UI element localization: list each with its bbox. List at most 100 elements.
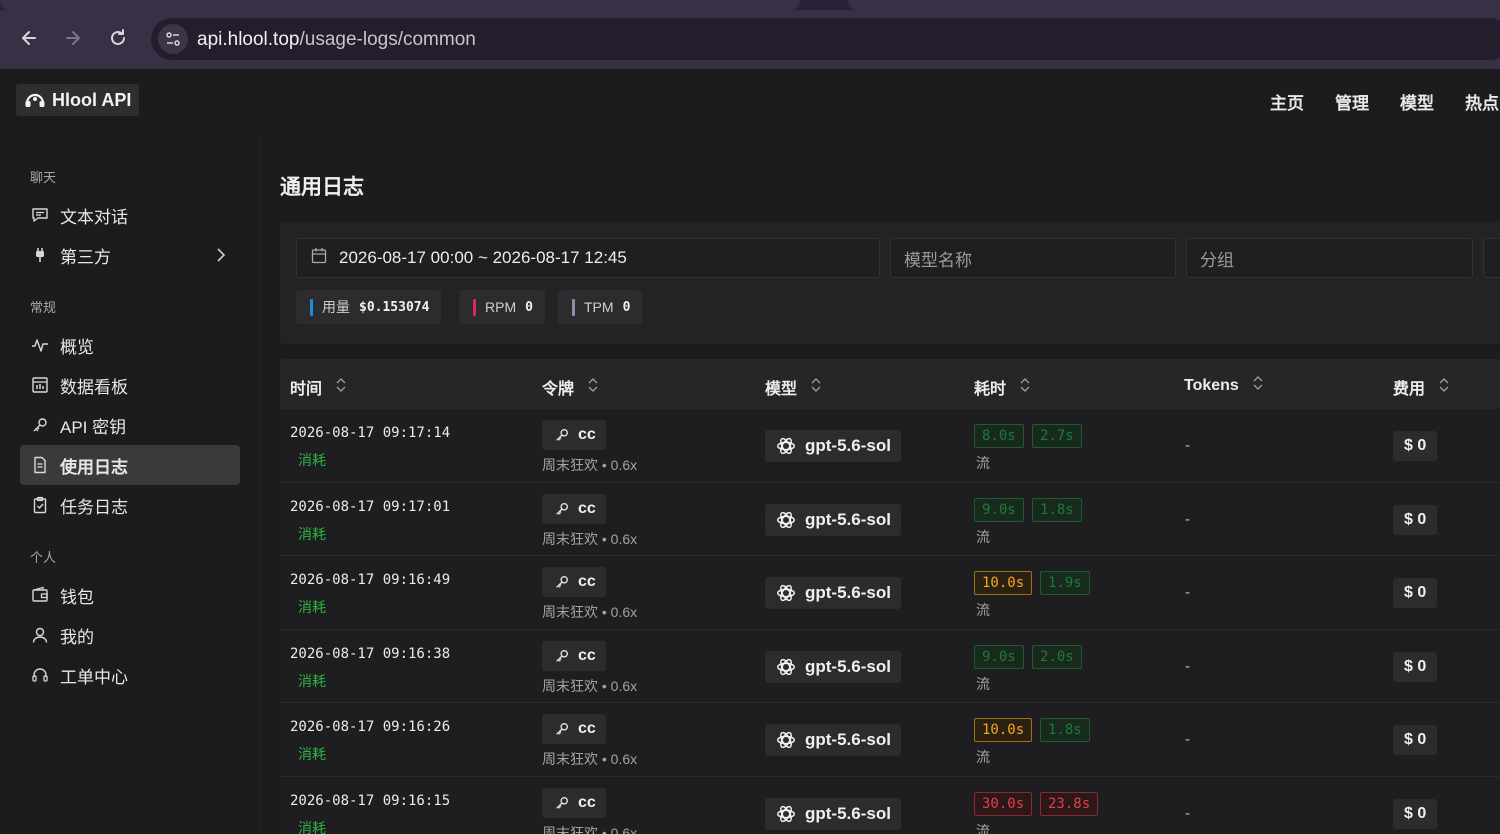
top-nav-admin[interactable]: 管理: [1335, 89, 1369, 114]
token-name: cc: [578, 426, 596, 443]
top-nav-hot[interactable]: 热点: [1465, 89, 1499, 114]
sidebar-item-text-chat[interactable]: 文本对话: [20, 195, 240, 235]
user-icon: [30, 625, 50, 645]
first-token-badge: 1.8s: [1040, 718, 1090, 742]
arrow-left-icon: [22, 31, 36, 45]
model-chip[interactable]: gpt-5.6-sol: [765, 430, 901, 462]
stat-label: RPM: [485, 299, 517, 315]
top-nav: 主页 管理 模型 热点: [1270, 89, 1499, 114]
model-chip[interactable]: gpt-5.6-sol: [765, 577, 901, 609]
token-chip[interactable]: cc: [542, 420, 606, 450]
sidebar-item-label: 文本对话: [60, 207, 128, 227]
page-title: 通用日志: [280, 176, 364, 199]
site-settings-icon[interactable]: [158, 24, 188, 54]
address-bar[interactable]: api.hlool.top/usage-logs/common: [151, 18, 1500, 60]
row-type: 消耗: [298, 819, 326, 834]
forward-button[interactable]: [59, 24, 87, 52]
table-row[interactable]: 2026-08-17 09:16:15 消耗 cc 周末狂欢 • 0.6x gp…: [280, 776, 1500, 834]
sidebar-item-dashboard[interactable]: 数据看板: [20, 365, 240, 405]
wallet-icon: [30, 585, 50, 605]
row-time: 2026-08-17 09:17:14: [290, 425, 451, 441]
sidebar-item-profile[interactable]: 我的: [20, 615, 240, 655]
sidebar-item-overview[interactable]: 概览: [20, 325, 240, 365]
sidebar-item-label: 我的: [60, 627, 94, 647]
stat-color-bar: [473, 298, 476, 316]
model-chip[interactable]: gpt-5.6-sol: [765, 724, 901, 756]
reload-icon: [111, 29, 125, 45]
sidebar-item-usage-logs[interactable]: 使用日志: [20, 445, 240, 485]
column-header-tokens[interactable]: Tokens: [1184, 375, 1263, 396]
openai-icon: [777, 584, 795, 602]
stat-label: 用量: [322, 299, 350, 315]
column-header-time[interactable]: 时间: [290, 375, 346, 399]
filter-card: 2026-08-17 00:00 ~ 2026-08-17 12:45 模型名称…: [280, 222, 1500, 344]
browser-toolbar: api.hlool.top/usage-logs/common: [0, 10, 1500, 69]
duration-badge: 10.0s: [974, 718, 1033, 742]
token-name: cc: [578, 793, 596, 811]
token-chip[interactable]: cc: [542, 640, 606, 671]
model-chip[interactable]: gpt-5.6-sol: [765, 797, 901, 830]
row-type: 消耗: [298, 599, 326, 615]
reload-button[interactable]: [104, 24, 132, 52]
row-group: 周末狂欢 • 0.6x: [542, 824, 638, 834]
sidebar-item-label: 任务日志: [60, 497, 128, 517]
date-range-picker[interactable]: 2026-08-17 00:00 ~ 2026-08-17 12:45: [296, 238, 880, 278]
stat-color-bar: [310, 298, 313, 316]
back-button[interactable]: [15, 24, 43, 52]
model-name: gpt-5.6-sol: [805, 730, 891, 749]
stat-tpm: TPM 0: [558, 290, 643, 324]
calendar-icon: [311, 247, 327, 269]
table-row[interactable]: 2026-08-17 09:17:01 消耗 cc 周末狂欢 • 0.6x gp…: [280, 482, 1500, 556]
model-name-input[interactable]: 模型名称: [890, 238, 1176, 278]
token-chip[interactable]: cc: [542, 493, 606, 524]
row-time: 2026-08-17 09:17:01: [290, 498, 451, 515]
row-group: 周末狂欢 • 0.6x: [542, 604, 638, 620]
chat-icon: [30, 205, 50, 225]
row-type: 消耗: [298, 672, 326, 689]
duration-badge: 9.0s: [974, 644, 1024, 669]
dashboard-icon: [30, 375, 50, 395]
row-time: 2026-08-17 09:16:26: [290, 719, 451, 735]
row-tokens: -: [1185, 437, 1190, 454]
browser-tab-active[interactable]: [0, 0, 800, 10]
stream-label: 流: [976, 749, 990, 765]
app-logo[interactable]: Hlool API: [16, 84, 140, 116]
column-header-model[interactable]: 模型: [765, 375, 821, 399]
row-tokens: -: [1185, 510, 1190, 528]
group-input[interactable]: 分组: [1186, 238, 1473, 278]
duration-badge: 8.0s: [974, 424, 1024, 448]
sidebar-item-wallet[interactable]: 钱包: [20, 575, 240, 615]
sidebar-item-label: API 密钥: [60, 417, 127, 437]
row-time: 2026-08-17 09:16:38: [290, 645, 451, 662]
token-chip[interactable]: cc: [542, 714, 606, 744]
sidebar-item-task-logs[interactable]: 任务日志: [20, 485, 240, 525]
sidebar-item-tickets[interactable]: 工单中心: [20, 655, 240, 695]
browser-tab[interactable]: [848, 0, 1500, 10]
token-chip[interactable]: cc: [542, 567, 606, 597]
top-nav-models[interactable]: 模型: [1400, 89, 1434, 114]
sidebar-item-api-keys[interactable]: API 密钥: [20, 405, 240, 445]
sidebar-item-label: 使用日志: [60, 457, 128, 477]
sort-icon: [811, 377, 821, 398]
model-chip[interactable]: gpt-5.6-sol: [765, 503, 901, 536]
table-row[interactable]: 2026-08-17 09:17:14 消耗 cc 周末狂欢 • 0.6x gp…: [280, 409, 1500, 483]
column-header-duration[interactable]: 耗时: [974, 375, 1030, 399]
top-nav-home[interactable]: 主页: [1270, 89, 1304, 114]
table-row[interactable]: 2026-08-17 09:16:26 消耗 cc 周末狂欢 • 0.6x gp…: [280, 703, 1500, 777]
token-chip[interactable]: cc: [542, 787, 606, 818]
column-header-token[interactable]: 令牌: [542, 375, 598, 399]
sidebar-item-third-party[interactable]: 第三方: [20, 235, 240, 275]
model-name: gpt-5.6-sol: [805, 583, 891, 602]
sidebar-item-label: 概览: [60, 337, 94, 357]
table-row[interactable]: 2026-08-17 09:16:38 消耗 cc 周末狂欢 • 0.6x gp…: [280, 629, 1500, 703]
first-token-badge: 2.7s: [1032, 424, 1082, 448]
model-name: gpt-5.6-sol: [805, 803, 891, 823]
more-filter-input[interactable]: [1483, 238, 1500, 278]
key-icon: [556, 796, 568, 809]
model-chip[interactable]: gpt-5.6-sol: [765, 650, 901, 683]
table-row[interactable]: 2026-08-17 09:16:49 消耗 cc 周末狂欢 • 0.6x gp…: [280, 556, 1500, 630]
cost-chip: $ 0: [1393, 578, 1438, 608]
cost-chip: $ 0: [1393, 798, 1438, 829]
stat-color-bar: [572, 298, 575, 316]
column-header-cost[interactable]: 费用: [1393, 375, 1449, 399]
